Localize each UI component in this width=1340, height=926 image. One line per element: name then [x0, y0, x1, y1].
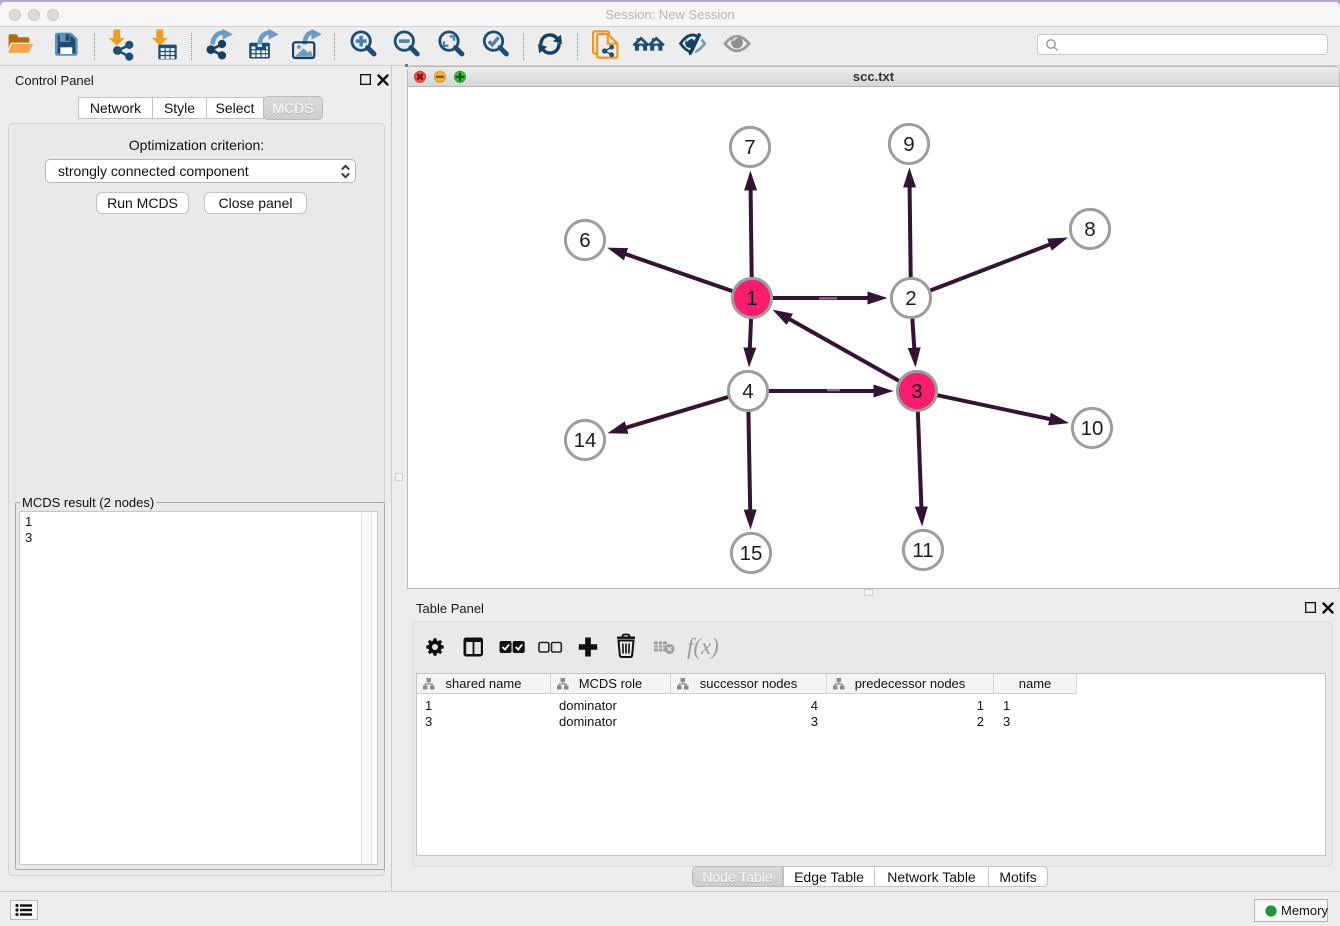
svg-text:11: 11 — [912, 539, 933, 562]
svg-text:f(x): f(x) — [687, 634, 719, 659]
svg-text:6: 6 — [579, 229, 590, 252]
svg-text:4: 4 — [742, 380, 753, 403]
svg-text:2: 2 — [905, 287, 916, 310]
svg-text:7: 7 — [744, 136, 755, 159]
svg-text:8: 8 — [1084, 218, 1095, 241]
svg-text:14: 14 — [574, 429, 597, 452]
svg-text:3: 3 — [911, 380, 922, 403]
svg-text:10: 10 — [1081, 417, 1104, 440]
svg-text:1: 1 — [746, 287, 757, 310]
svg-text:9: 9 — [903, 133, 914, 156]
svg-text:15: 15 — [740, 542, 763, 565]
